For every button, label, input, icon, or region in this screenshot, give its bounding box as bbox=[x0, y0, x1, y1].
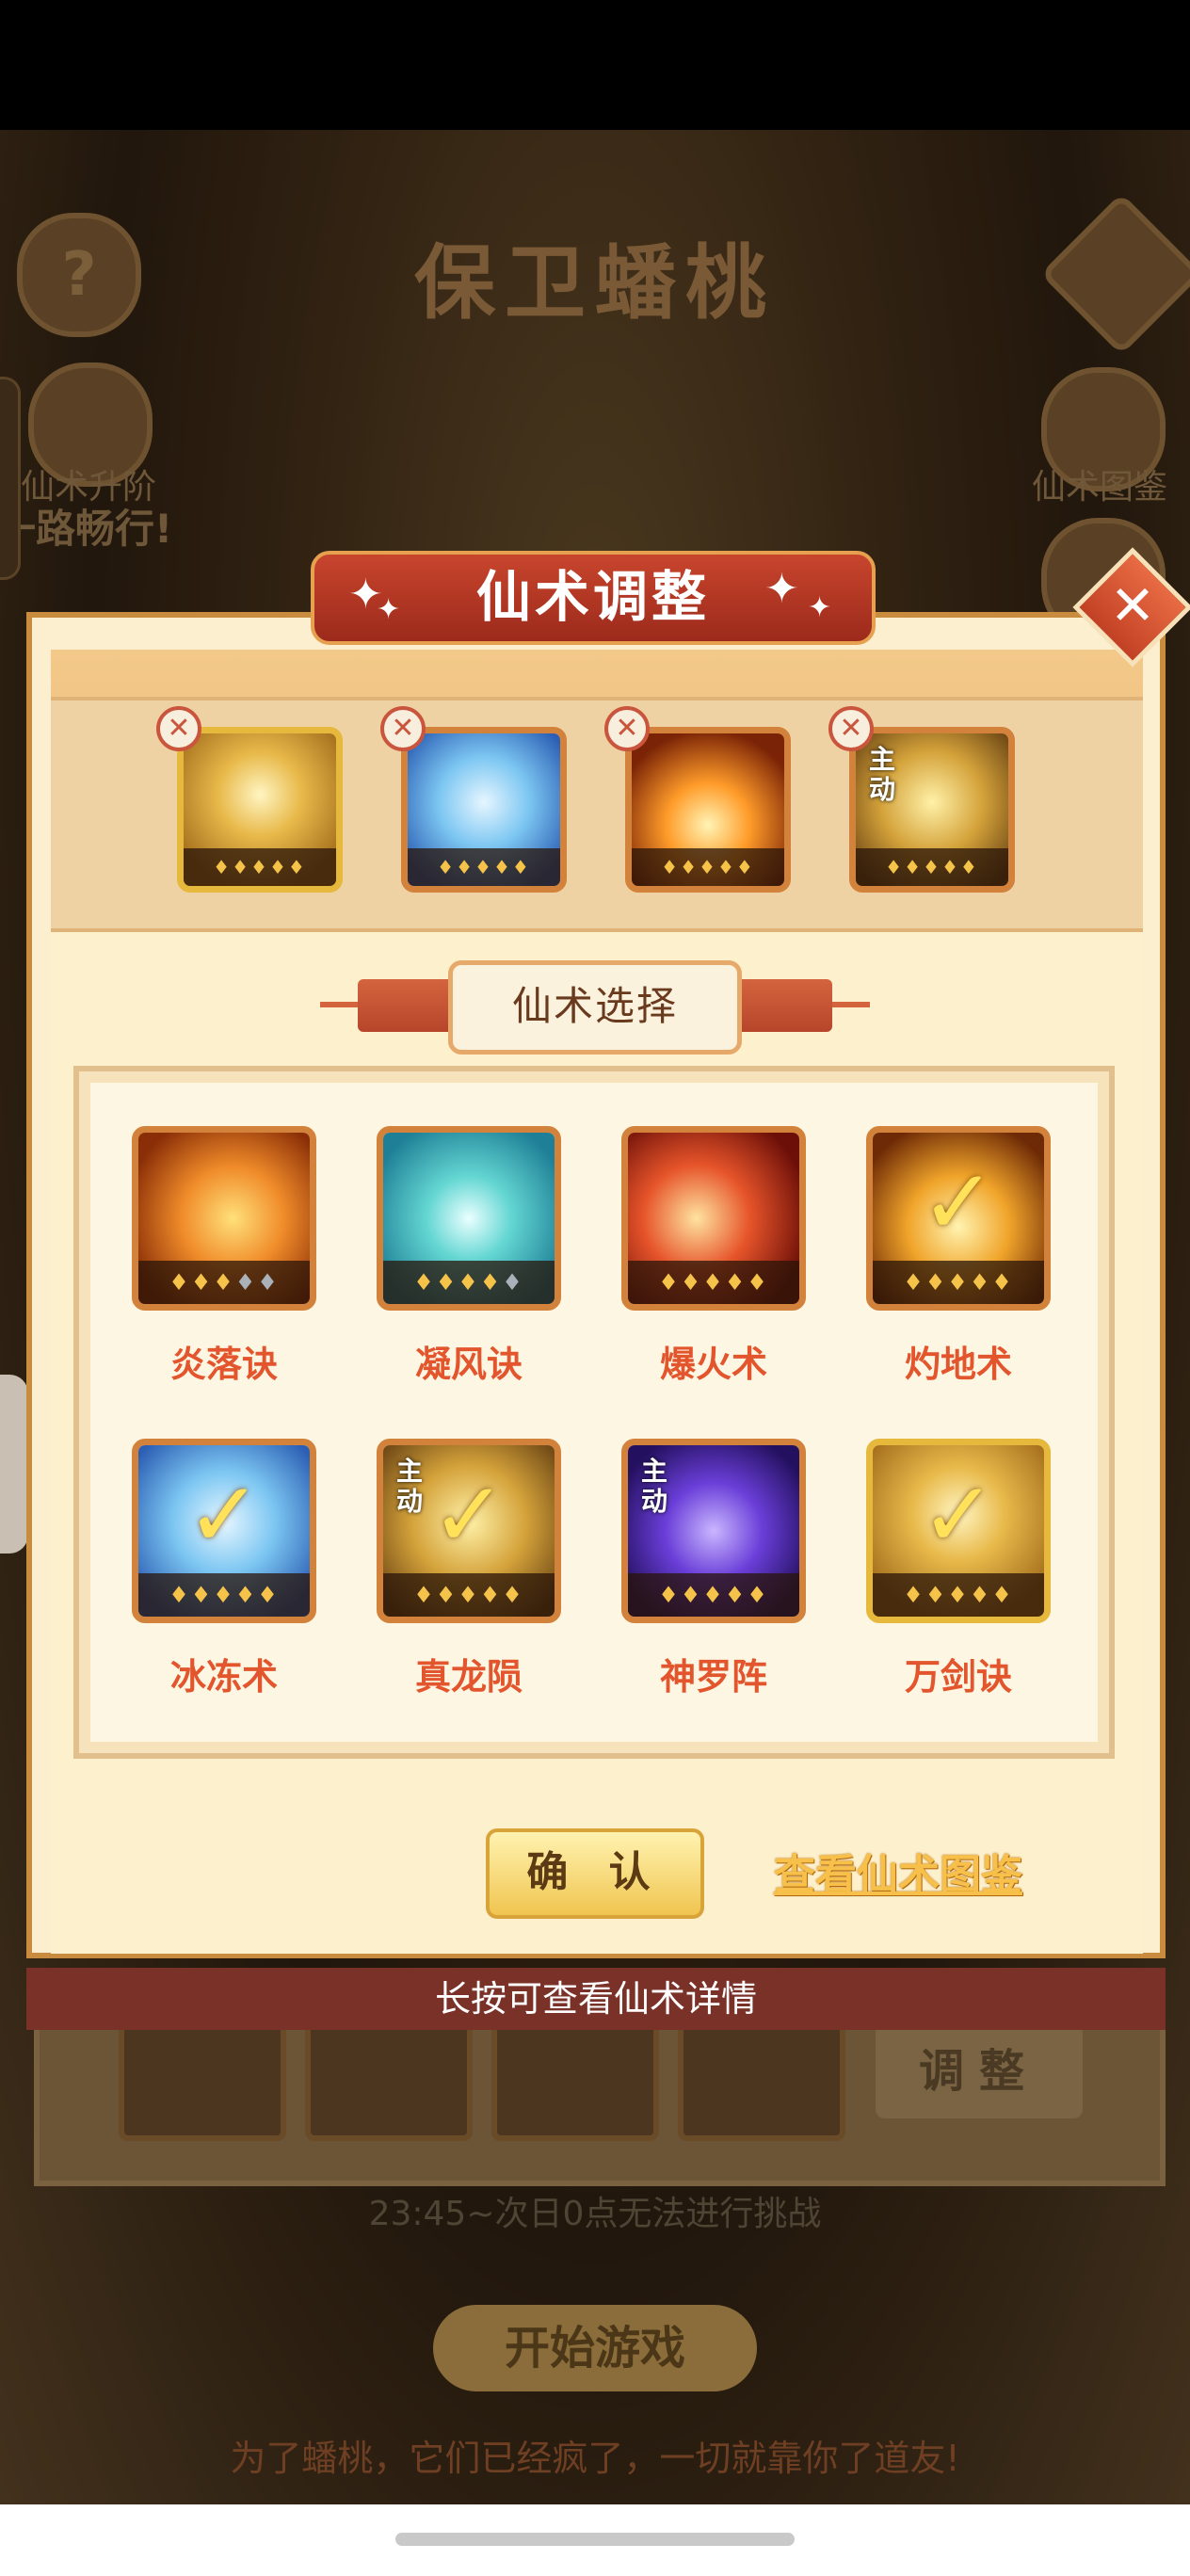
selected-check-icon: ✓ bbox=[920, 1150, 997, 1255]
tagline-text: 为了蟠桃，它们已经疯了，一切就靠你了道友! bbox=[230, 2438, 960, 2479]
skill-card-6[interactable]: 主动 ✓ ♦♦♦♦♦ bbox=[377, 1439, 561, 1623]
remove-skill-1-button[interactable]: ✕ bbox=[156, 706, 201, 751]
selected-check-icon: ✓ bbox=[185, 1462, 263, 1568]
skill-level-stars: ♦♦♦♦♦ bbox=[628, 1573, 799, 1617]
status-bar bbox=[0, 0, 1190, 130]
skill-name-5: 冰冻术 bbox=[169, 1656, 278, 1698]
skill-level-stars: ♦♦♦♦♦ bbox=[138, 1261, 310, 1304]
challenge-time-notice: 23:45~次日0点无法进行挑战 bbox=[368, 2195, 822, 2233]
skill-level-stars: ♦♦♦♦♦ bbox=[628, 1261, 799, 1304]
skill-level-stars: ♦♦♦♦♦ bbox=[408, 848, 560, 886]
skill-name-8: 万剑诀 bbox=[904, 1656, 1012, 1698]
long-press-hint: 长按可查看仙术详情 bbox=[26, 1968, 1166, 2030]
strip-skill-3 bbox=[491, 2015, 659, 2141]
sparkle-icon: ✦ bbox=[808, 591, 832, 624]
selected-check-icon: ✓ bbox=[920, 1462, 997, 1568]
strip-skill-2 bbox=[305, 2015, 473, 2141]
skill-card-5[interactable]: ✓ ♦♦♦♦♦ bbox=[132, 1439, 316, 1623]
skill-name-3: 爆火术 bbox=[659, 1344, 767, 1385]
strip-skill-1 bbox=[119, 2015, 286, 2141]
skill-level-stars: ♦♦♦♦♦ bbox=[632, 848, 784, 886]
home-indicator[interactable] bbox=[395, 2533, 795, 2546]
skill-name-7: 神罗阵 bbox=[659, 1656, 767, 1698]
help-icon[interactable]: ? bbox=[17, 213, 141, 337]
codex-badge-label: 仙术图鉴 bbox=[1032, 468, 1168, 507]
skill-level-stars: ♦♦♦♦♦ bbox=[138, 1573, 310, 1617]
strip-skill-4 bbox=[678, 2015, 845, 2141]
equipped-skill-2[interactable]: ♦♦♦♦♦ bbox=[401, 727, 567, 893]
skill-level-stars: ♦♦♦♦♦ bbox=[856, 848, 1008, 886]
equipped-skill-3[interactable]: ♦♦♦♦♦ bbox=[625, 727, 791, 893]
side-scroll-handle[interactable] bbox=[0, 1375, 28, 1554]
skill-level-stars: ♦♦♦♦♦ bbox=[873, 1261, 1044, 1304]
active-skill-tag: 主动 bbox=[869, 744, 896, 805]
view-codex-link[interactable]: 查看仙术图鉴 bbox=[774, 1841, 1056, 1901]
skill-card-2[interactable]: ♦♦♦♦♦ bbox=[377, 1126, 561, 1311]
skill-card-1[interactable]: ♦♦♦♦♦ bbox=[132, 1126, 316, 1311]
selected-check-icon: ✓ bbox=[430, 1462, 507, 1568]
close-icon: ✕ bbox=[1109, 573, 1156, 637]
select-header-title: 仙术选择 bbox=[448, 960, 742, 1055]
sparkle-icon: ✦ bbox=[764, 565, 799, 613]
equipped-skill-1[interactable]: ♦♦♦♦♦ bbox=[177, 727, 343, 893]
sparkle-icon: ✦ bbox=[377, 593, 401, 626]
confirm-button[interactable]: 确 认 bbox=[486, 1828, 704, 1919]
remove-skill-4-button[interactable]: ✕ bbox=[828, 706, 874, 751]
skill-level-stars: ♦♦♦♦♦ bbox=[184, 848, 336, 886]
skill-card-3[interactable]: ♦♦♦♦♦ bbox=[621, 1126, 806, 1311]
skill-card-4[interactable]: ✓ ♦♦♦♦♦ bbox=[866, 1126, 1051, 1311]
skill-card-7[interactable]: 主动 ♦♦♦♦♦ bbox=[621, 1439, 806, 1623]
active-skill-tag: 主动 bbox=[641, 1456, 668, 1517]
side-drawer-handle[interactable] bbox=[0, 377, 21, 580]
equipped-skill-4[interactable]: 主动 ♦♦♦♦♦ bbox=[849, 727, 1015, 893]
skill-name-2: 凝风诀 bbox=[414, 1344, 523, 1385]
skill-card-8[interactable]: ✓ ♦♦♦♦♦ bbox=[866, 1439, 1051, 1623]
skill-name-1: 炎落诀 bbox=[169, 1344, 278, 1385]
skill-level-stars: ♦♦♦♦♦ bbox=[873, 1573, 1044, 1617]
skill-level-stars: ♦♦♦♦♦ bbox=[383, 1573, 555, 1617]
start-game-button[interactable]: 开始游戏 bbox=[433, 2305, 757, 2391]
adjust-button[interactable]: 调整 bbox=[876, 2024, 1083, 2118]
background-title: 保卫蟠桃 bbox=[414, 236, 776, 330]
left-banner-text: 一路畅行! bbox=[0, 506, 173, 552]
skill-name-4: 灼地术 bbox=[904, 1344, 1012, 1385]
skill-level-stars: ♦♦♦♦♦ bbox=[383, 1261, 555, 1304]
remove-skill-2-button[interactable]: ✕ bbox=[380, 706, 426, 751]
remove-skill-3-button[interactable]: ✕ bbox=[604, 706, 650, 751]
skill-name-6: 真龙陨 bbox=[414, 1656, 523, 1698]
